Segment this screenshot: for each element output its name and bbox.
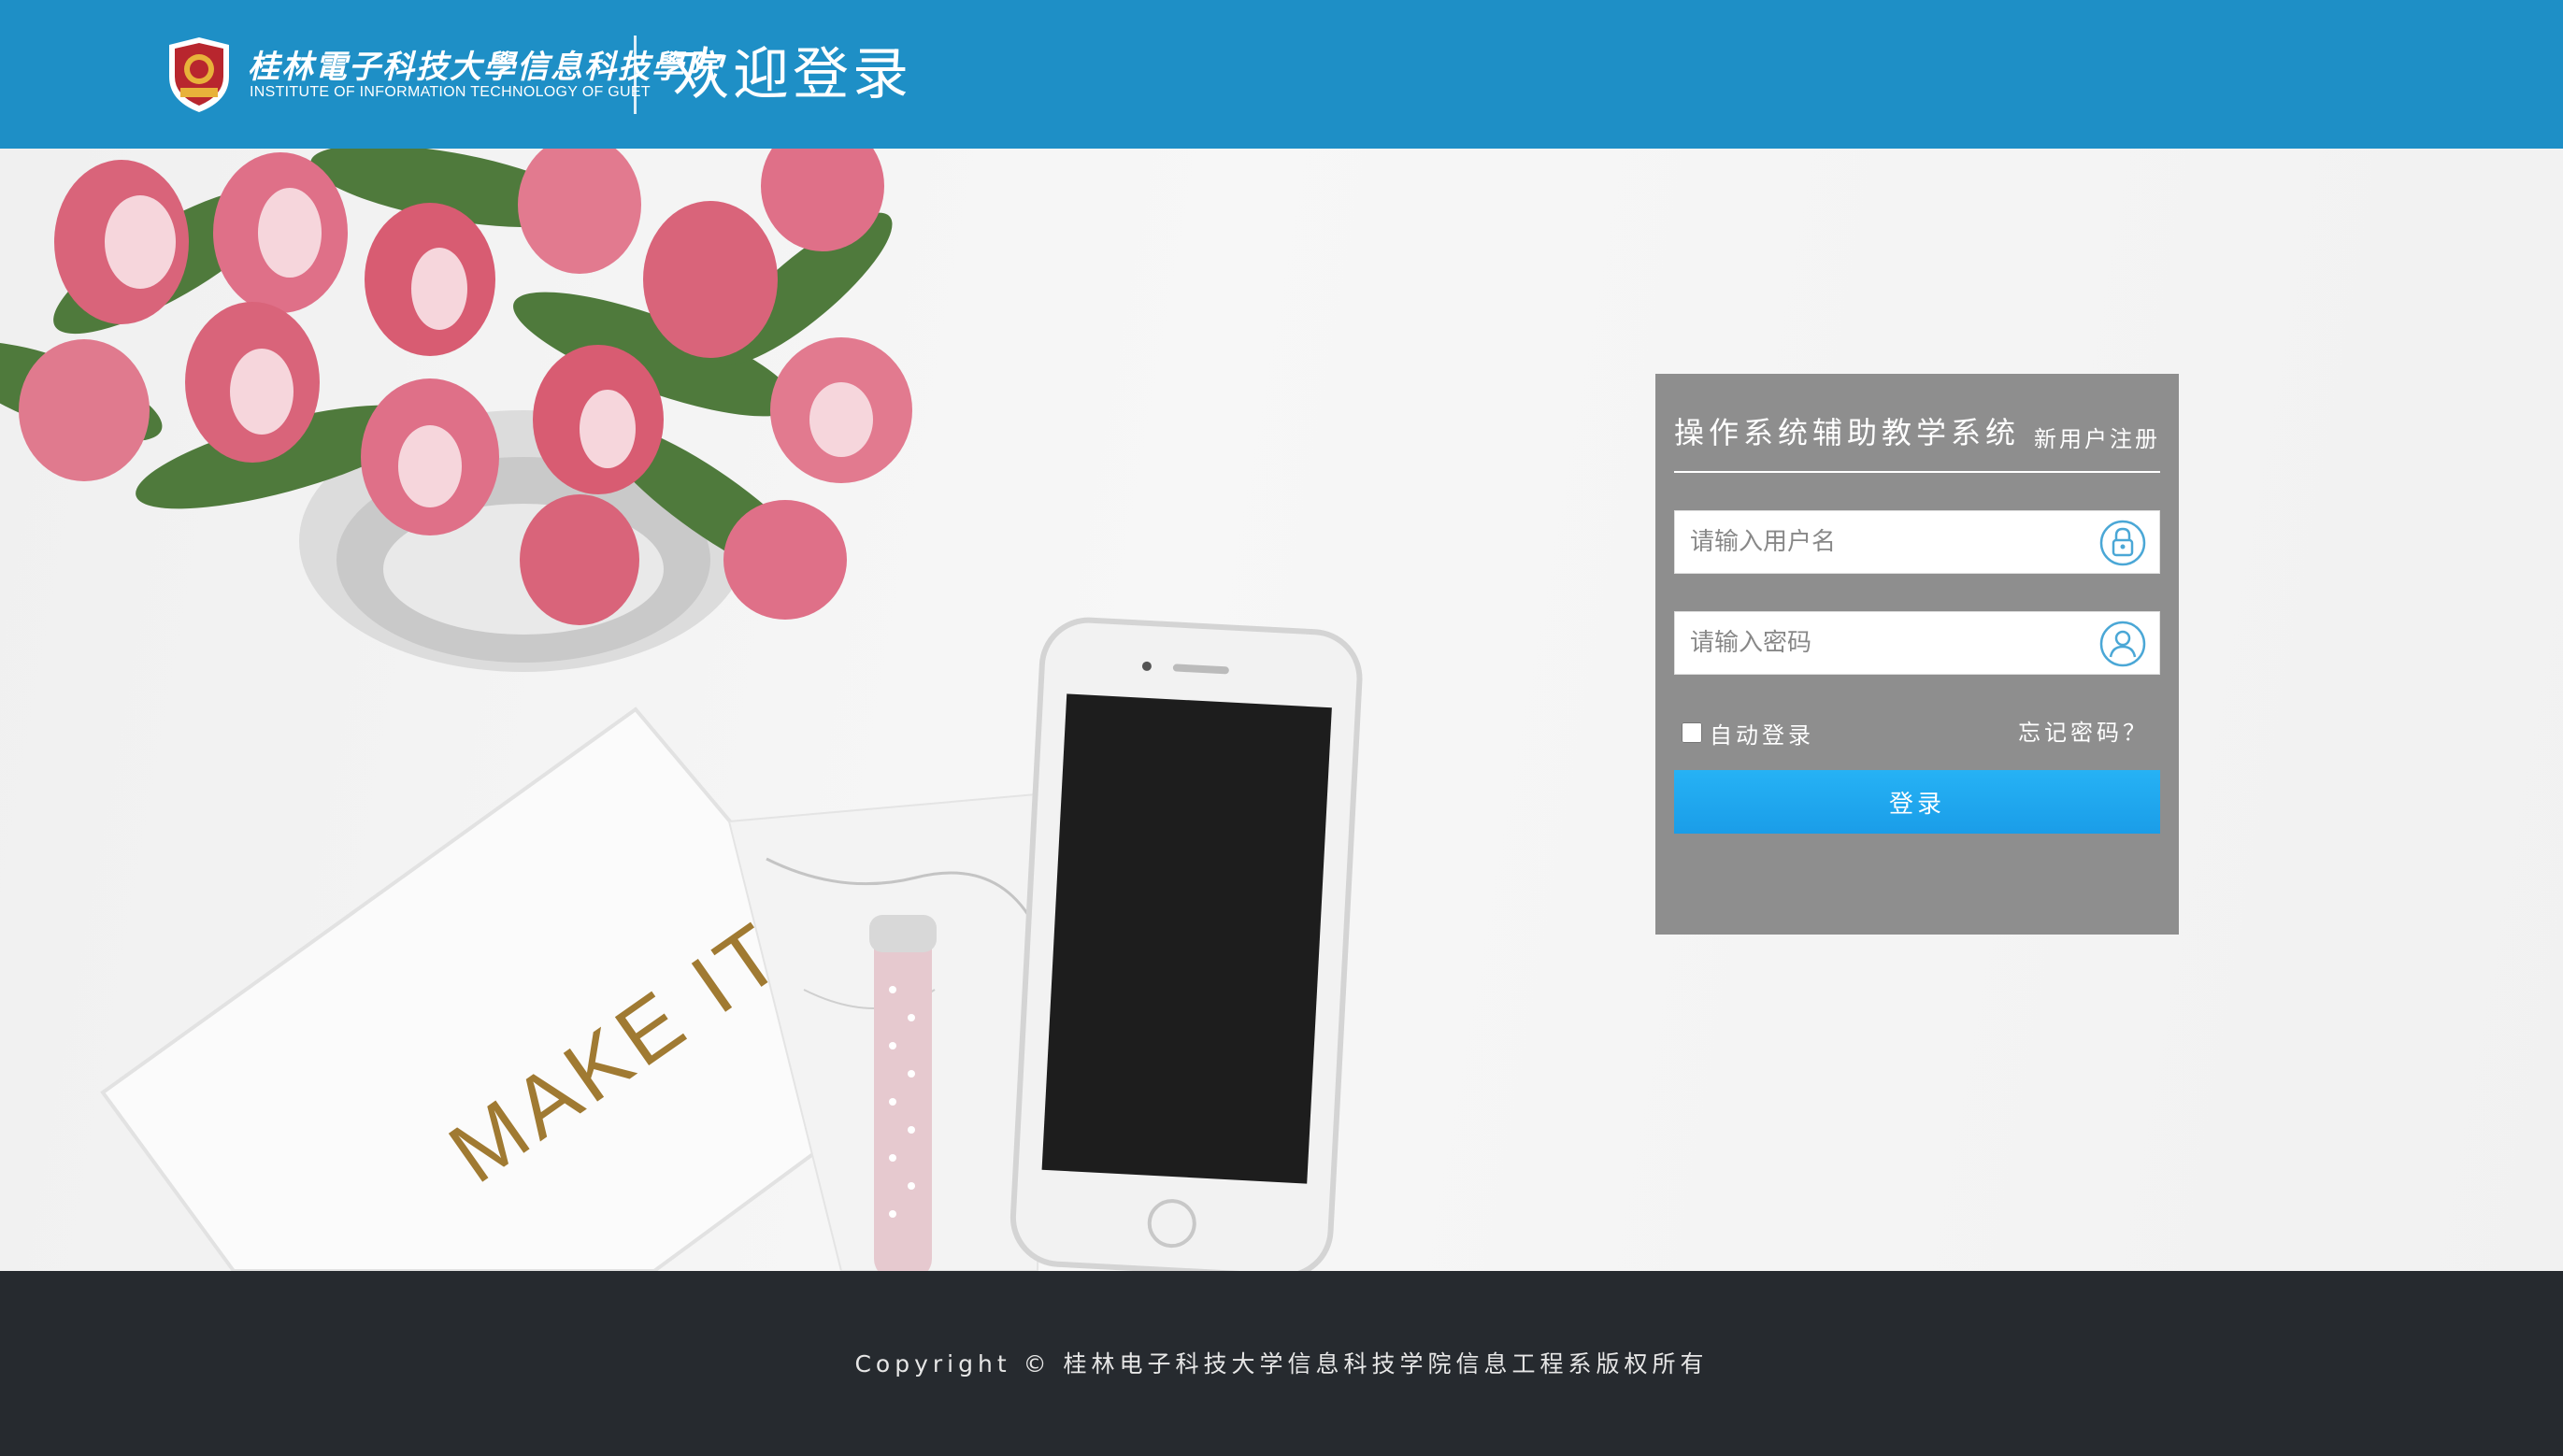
login-header: 操作系统辅助教学系统 新用户注册 bbox=[1674, 409, 2160, 473]
register-link[interactable]: 新用户注册 bbox=[2034, 421, 2160, 458]
header-divider bbox=[634, 36, 637, 114]
smartphone bbox=[1009, 617, 1363, 1271]
system-title: 操作系统辅助教学系统 bbox=[1674, 415, 2021, 450]
password-input[interactable] bbox=[1690, 612, 2083, 674]
logo-chinese-text: 桂林電子科技大學信息科技學院 bbox=[248, 49, 719, 86]
password-field[interactable] bbox=[1674, 611, 2160, 675]
auto-login-option[interactable]: 自动登录 bbox=[1682, 714, 1814, 751]
login-panel: 操作系统辅助教学系统 新用户注册 自动登录 忘记密码？ 登录 bbox=[1655, 374, 2179, 935]
username-field[interactable] bbox=[1674, 510, 2160, 574]
logo-english-text: INSTITUTE OF INFORMATION TECHNOLOGY OF G… bbox=[250, 84, 651, 100]
user-icon bbox=[2099, 621, 2146, 667]
copyright-text: Copyright © 桂林电子科技大学信息科技学院信息工程系版权所有 bbox=[854, 1350, 1709, 1377]
pen bbox=[874, 915, 932, 1271]
lock-icon bbox=[2099, 520, 2146, 566]
forgot-password-link[interactable]: 忘记密码？ bbox=[2018, 714, 2149, 751]
school-logo[interactable]: 桂林電子科技大學信息科技學院 INSTITUTE OF INFORMATION … bbox=[162, 34, 717, 116]
school-emblem-icon bbox=[169, 37, 229, 112]
login-button[interactable]: 登录 bbox=[1674, 770, 2160, 834]
username-input[interactable] bbox=[1690, 511, 2083, 573]
page-title: 欢迎登录 bbox=[673, 42, 912, 107]
top-header: 桂林電子科技大學信息科技學院 INSTITUTE OF INFORMATION … bbox=[0, 0, 2563, 149]
page-footer: Copyright © 桂林电子科技大学信息科技学院信息工程系版权所有 bbox=[0, 1271, 2563, 1456]
auto-login-label: 自动登录 bbox=[1710, 721, 1814, 749]
auto-login-checkbox[interactable] bbox=[1682, 722, 1702, 743]
